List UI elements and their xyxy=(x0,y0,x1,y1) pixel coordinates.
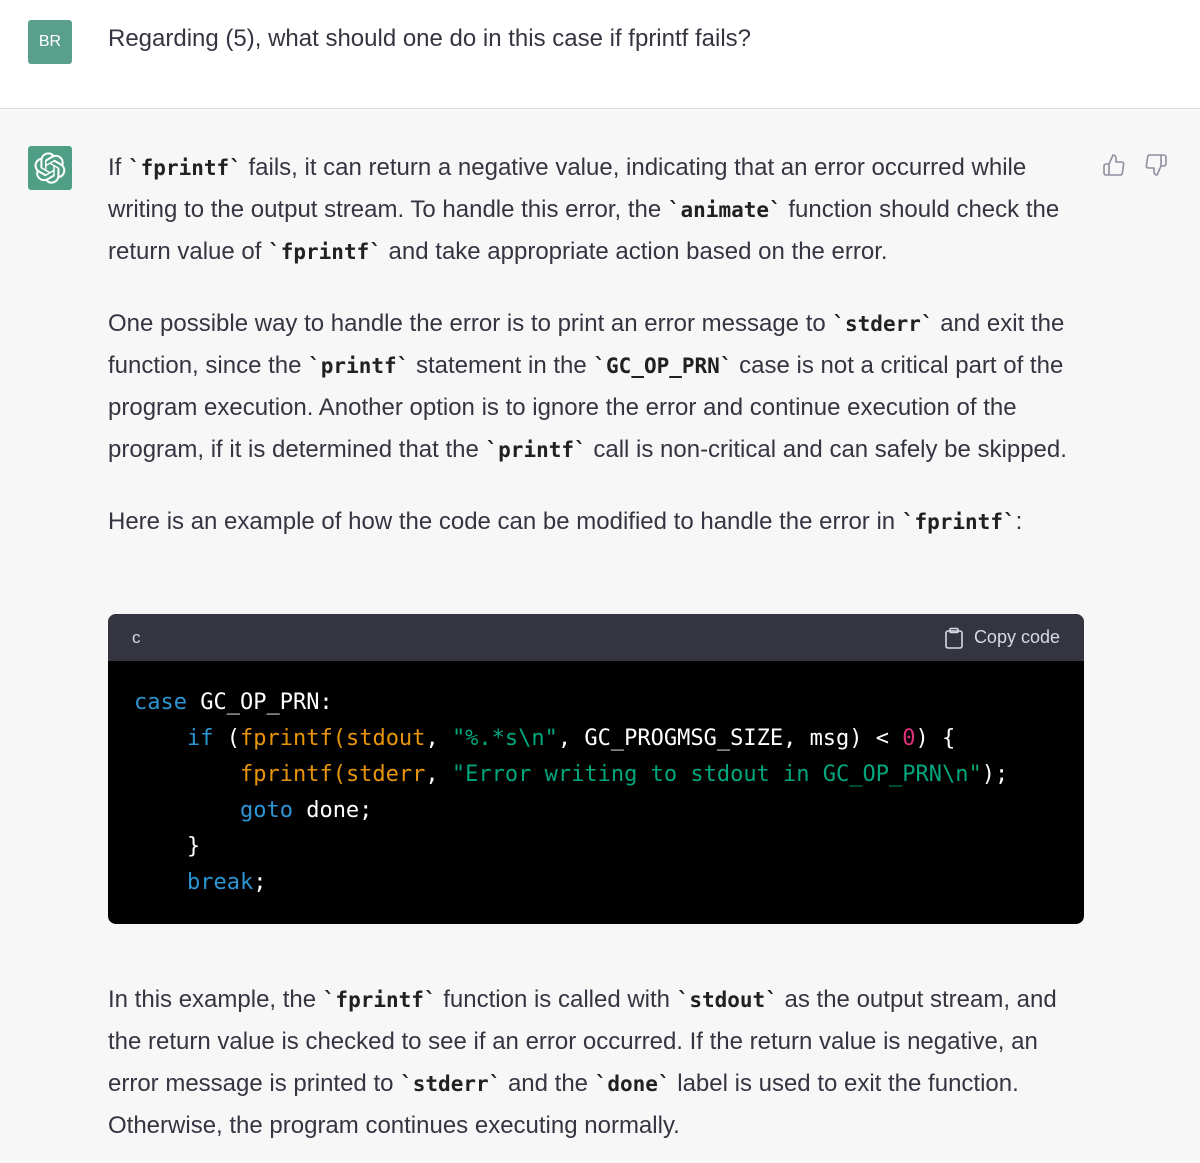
clipboard-icon xyxy=(945,627,963,649)
assistant-message-content-after-code: In this example, the `fprintf` function … xyxy=(108,979,1088,1147)
user-message-text: Regarding (5), what should one do in thi… xyxy=(108,25,752,52)
openai-logo-icon xyxy=(34,152,66,184)
inline-code: `done` xyxy=(594,1072,671,1096)
code-text: ; xyxy=(253,870,267,895)
thumbs-up-button[interactable] xyxy=(1100,151,1128,179)
keyword: goto xyxy=(239,798,293,823)
copy-code-button[interactable]: Copy code xyxy=(944,627,1060,649)
paragraph-1: If `fprintf` fails, it can return a nega… xyxy=(108,147,1088,273)
code-text: , xyxy=(425,726,452,751)
code-text: ( xyxy=(332,726,346,751)
text: statement in the xyxy=(409,352,594,379)
assistant-message-content: If `fprintf` fails, it can return a nega… xyxy=(108,147,1088,543)
function-name: fprintf xyxy=(239,762,333,787)
string-literal: "Error writing to stdout in GC_OP_PRN\n" xyxy=(451,762,982,787)
inline-code: `stderr` xyxy=(400,1072,502,1096)
code-text: } xyxy=(186,834,201,859)
text: If xyxy=(108,154,129,181)
inline-code: `GC_OP_PRN` xyxy=(593,354,733,378)
text: and take appropriate action based on the… xyxy=(381,238,888,265)
function-name: fprintf xyxy=(239,726,333,751)
text: One possible way to handle the error is … xyxy=(108,310,833,337)
text: call is non-critical and can safely be s… xyxy=(586,436,1067,463)
paragraph-3: Here is an example of how the code can b… xyxy=(108,501,1088,543)
keyword: break xyxy=(186,870,254,895)
code-text: ( xyxy=(213,726,240,751)
code-language-label: c xyxy=(132,627,141,647)
code-text: GC_OP_PRN: xyxy=(186,690,333,715)
code-text: , GC_PROGMSG_SIZE, msg) < xyxy=(557,726,903,751)
code-text: ( xyxy=(332,762,346,787)
code-line: goto done; xyxy=(134,798,372,823)
thumbs-down-icon xyxy=(1145,154,1167,176)
code-text: ); xyxy=(981,762,1009,787)
text: : xyxy=(1015,508,1023,535)
code-line: case GC_OP_PRN: xyxy=(134,690,333,715)
thumbs-down-button[interactable] xyxy=(1142,151,1170,179)
code-text: stderr xyxy=(345,762,426,787)
copy-code-label: Copy code xyxy=(973,627,1060,647)
code-text: ) { xyxy=(915,726,956,751)
paragraph-2: One possible way to handle the error is … xyxy=(108,303,1088,471)
user-avatar-initials: BR xyxy=(38,33,62,50)
code-text: stdout xyxy=(345,726,426,751)
keyword: if xyxy=(186,726,214,751)
code-block-header: c Copy code xyxy=(108,614,1084,661)
inline-code: `stdout` xyxy=(676,988,778,1012)
code-text: done; xyxy=(292,798,373,823)
user-avatar: BR xyxy=(28,20,72,64)
code-line: if (fprintf(stdout, "%.*s\n", GC_PROGMSG… xyxy=(134,726,955,751)
paragraph-4: In this example, the `fprintf` function … xyxy=(108,979,1088,1147)
code-block: c Copy code case GC_OP_PRN: if (fprintf(… xyxy=(108,614,1084,924)
string-literal: "%.*s\n" xyxy=(451,726,558,751)
assistant-message-row: If `fprintf` fails, it can return a nega… xyxy=(0,109,1200,1163)
inline-code: `fprintf` xyxy=(901,510,1016,534)
thumbs-up-icon xyxy=(1103,154,1125,176)
text: and the xyxy=(501,1070,595,1097)
text: In this example, the xyxy=(108,986,323,1013)
number-literal: 0 xyxy=(902,726,916,751)
user-message-row: BR Regarding (5), what should one do in … xyxy=(0,0,1200,109)
code-text: , xyxy=(425,762,452,787)
inline-code: `printf` xyxy=(485,438,587,462)
code-line: break; xyxy=(134,870,266,895)
inline-code: `fprintf` xyxy=(128,156,242,180)
inline-code: `fprintf` xyxy=(322,988,437,1012)
text: Here is an example of how the code can b… xyxy=(108,508,902,535)
inline-code: `fprintf` xyxy=(268,240,382,264)
inline-code: `animate` xyxy=(667,198,782,222)
code-body: case GC_OP_PRN: if (fprintf(stdout, "%.*… xyxy=(108,661,1084,924)
inline-code: `printf` xyxy=(308,354,410,378)
code-line: } xyxy=(134,834,200,859)
assistant-avatar xyxy=(28,146,72,190)
inline-code: `stderr` xyxy=(832,312,934,336)
text: function is called with xyxy=(436,986,677,1013)
code-line: fprintf(stderr, "Error writing to stdout… xyxy=(134,762,1008,787)
keyword: case xyxy=(134,690,187,715)
